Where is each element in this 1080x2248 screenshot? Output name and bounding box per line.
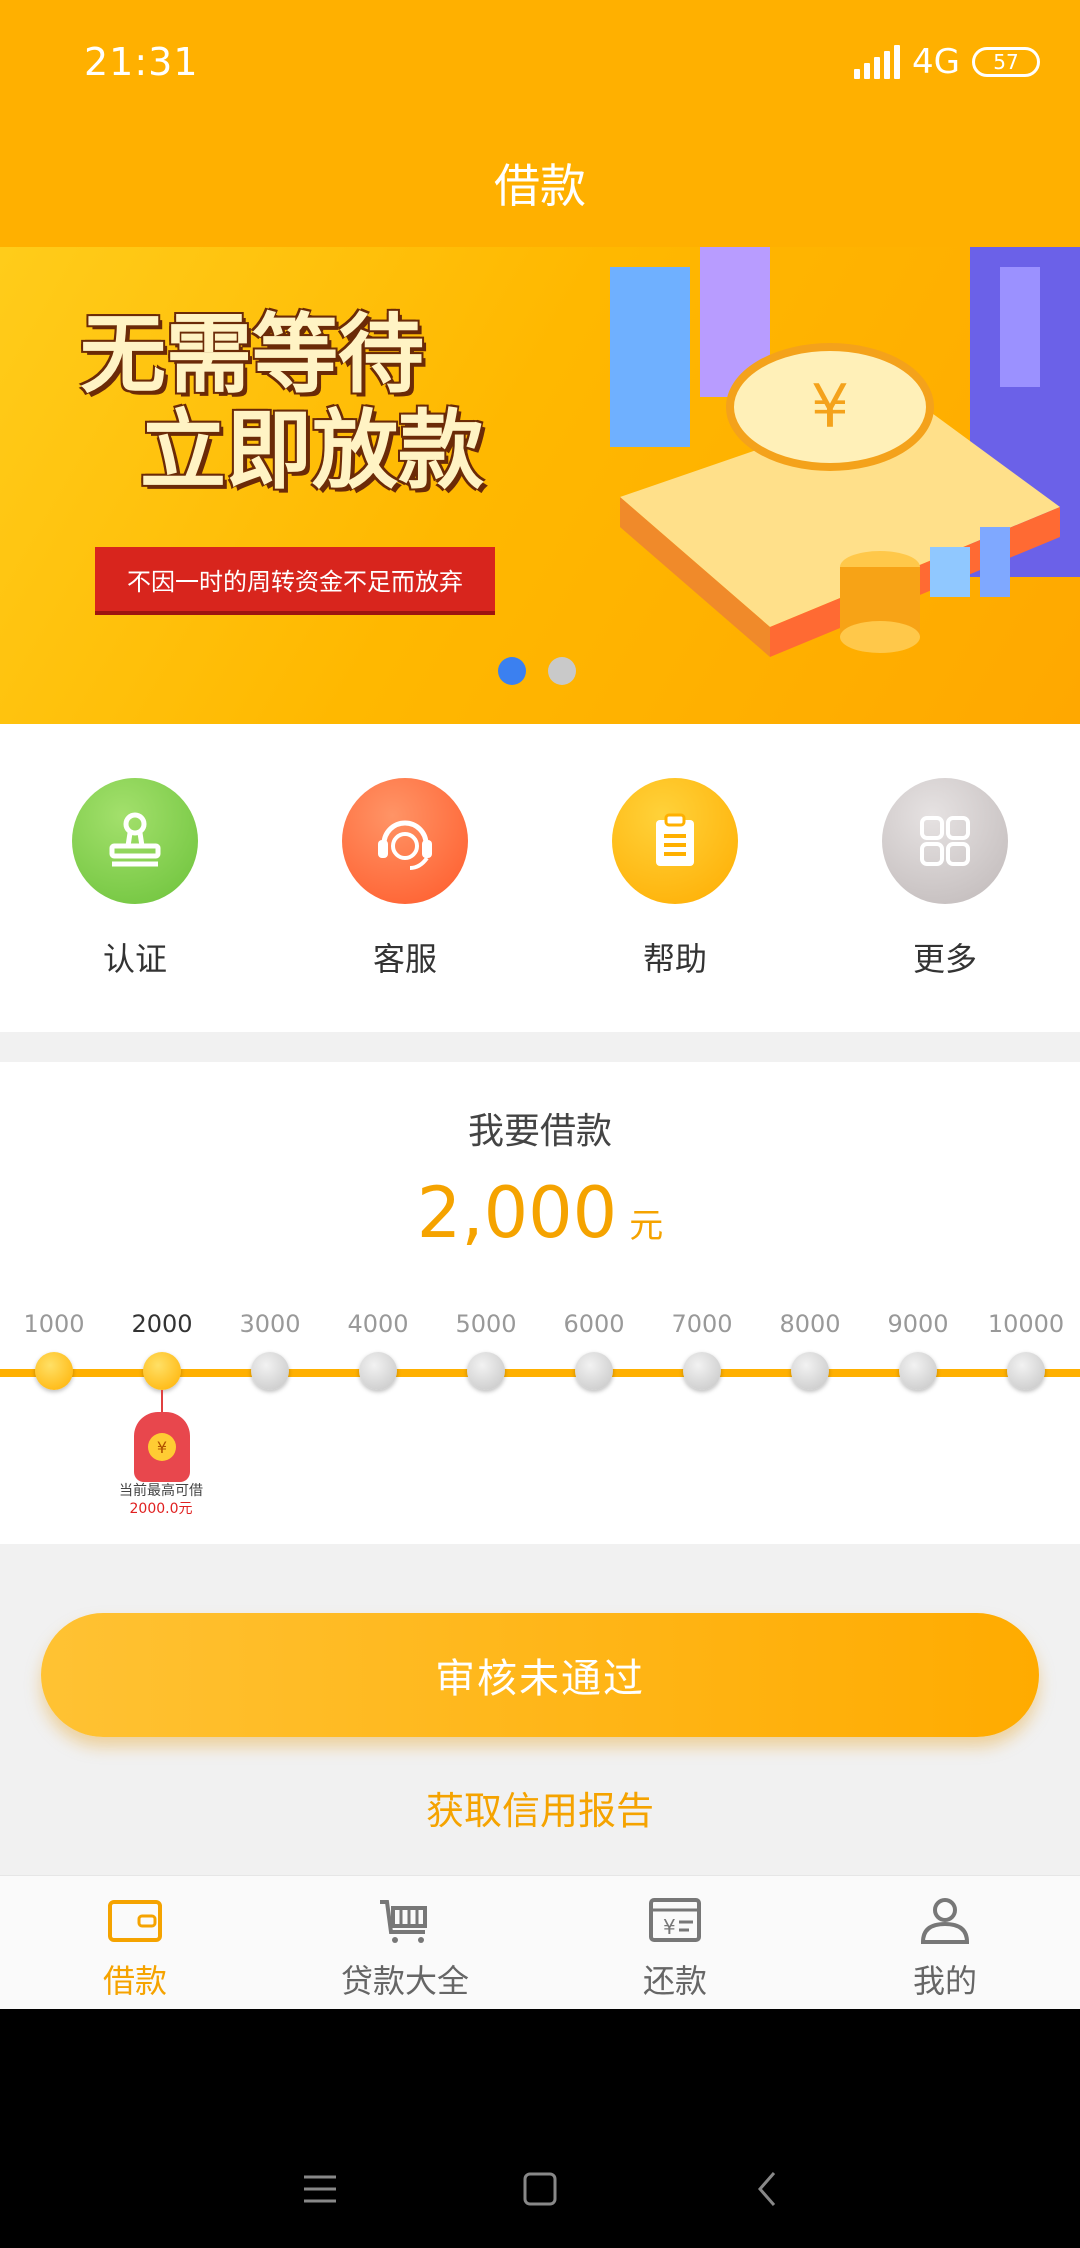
amount-tick-label: 9000 [887, 1310, 949, 1338]
banner-ribbon: 不因一时的周转资金不足而放弃 [95, 547, 495, 611]
money-bag-icon: ¥ [134, 1412, 190, 1482]
amount-tick-label: 6000 [563, 1310, 625, 1338]
network-type: 4G [912, 42, 960, 82]
signal-icon [854, 45, 901, 79]
cart-icon [380, 1900, 427, 1943]
quick-label-help: 帮助 [642, 940, 707, 978]
home-icon[interactable] [520, 2169, 560, 2209]
amount-tick-label: 2000 [131, 1310, 193, 1338]
grid-icon [882, 778, 1008, 904]
quick-item-more[interactable]: 更多 [845, 778, 1045, 980]
loan-panel: 我要借款 2,000 元 1000 2000 3000 4000 5000 600… [0, 1062, 1080, 1544]
quick-item-help[interactable]: 帮助 [575, 778, 775, 980]
amount-tick-label: 3000 [239, 1310, 301, 1338]
svg-text:¥: ¥ [811, 372, 849, 442]
wallet-icon [108, 1900, 162, 1942]
amount-tick-label: 8000 [779, 1310, 841, 1338]
amount-slider-knob[interactable] [1007, 1352, 1045, 1390]
amount-tick-label: 1000 [23, 1310, 85, 1338]
quick-item-verify[interactable]: 认证 [35, 778, 235, 980]
amount-slider-knob[interactable] [359, 1352, 397, 1390]
stamp-icon [72, 778, 198, 904]
loan-amount: 2,000 元 [0, 1172, 1080, 1254]
headset-icon [342, 778, 468, 904]
loan-amount-unit: 元 [629, 1206, 664, 1246]
max-amount-value: 2000.0元 [129, 1501, 193, 1517]
bottom-tab-bar: 借款 贷款大全 ¥ 还款 我的 [0, 1875, 1080, 2009]
quick-label-more: 更多 [912, 940, 977, 978]
banner-headline-line2: 立即放款 [140, 400, 484, 501]
quick-item-service[interactable]: 客服 [305, 778, 505, 980]
amount-slider-knob[interactable] [143, 1352, 181, 1390]
loan-amount-value: 2,000 [416, 1172, 618, 1254]
status-icons: 4G 57 [854, 40, 1040, 84]
tab-label-borrow: 借款 [102, 1962, 167, 2000]
carousel-dot-1[interactable] [498, 657, 526, 685]
banner-headline-line1: 无需等待 [80, 304, 424, 405]
banner-headline: 无需等待 立即放款 [80, 307, 484, 499]
svg-text:¥: ¥ [663, 1915, 676, 1939]
back-icon[interactable] [748, 2169, 788, 2209]
tab-repay[interactable]: ¥ 还款 [575, 1896, 775, 2002]
status-time: 21:31 [84, 40, 199, 84]
quick-menu: 认证 客服 帮助 更多 [0, 724, 1080, 1032]
review-status-button[interactable]: 审核未通过 [41, 1613, 1039, 1737]
amount-slider-knob[interactable] [467, 1352, 505, 1390]
quick-label-service: 客服 [372, 940, 437, 978]
city-illustration: ¥ [610, 247, 1080, 657]
menu-icon[interactable] [300, 2169, 340, 2209]
carousel-dots [498, 657, 576, 685]
amount-slider-knob[interactable] [683, 1352, 721, 1390]
amount-tick-label: 4000 [347, 1310, 409, 1338]
amount-slider-knob[interactable] [791, 1352, 829, 1390]
tab-label-repay: 还款 [642, 1962, 707, 2000]
tab-label-mine: 我的 [912, 1962, 977, 2000]
tab-label-loan-list: 贷款大全 [340, 1962, 469, 2000]
quick-label-verify: 认证 [102, 940, 167, 978]
amount-tick-label: 5000 [455, 1310, 517, 1338]
amount-slider-knob[interactable] [35, 1352, 73, 1390]
amount-slider-knob[interactable] [251, 1352, 289, 1390]
bill-icon: ¥ [649, 1898, 701, 1942]
amount-tick-label: 10000 [987, 1310, 1065, 1338]
page-title: 借款 [494, 159, 586, 213]
user-icon [920, 1898, 970, 1944]
system-nav-bar [0, 2009, 1080, 2248]
clipboard-icon [612, 778, 738, 904]
tab-mine[interactable]: 我的 [845, 1896, 1045, 2002]
tab-loan-list[interactable]: 贷款大全 [305, 1896, 505, 2002]
loan-title: 我要借款 [467, 1111, 612, 1152]
max-amount-caption: 当前最高可借 [119, 1483, 203, 1499]
amount-slider-knob[interactable] [575, 1352, 613, 1390]
amount-slider-knob[interactable] [899, 1352, 937, 1390]
max-amount-label: 当前最高可借 2000.0元 [119, 1482, 203, 1518]
tab-borrow[interactable]: 借款 [35, 1896, 235, 2002]
promo-banner[interactable]: ¥ 无需等待 立即放款 不因一时的周转资金不足而放弃 [0, 247, 1080, 724]
header-bar: 21:31 4G 57 借款 [0, 0, 1080, 247]
battery-icon: 57 [972, 47, 1040, 77]
credit-report-link[interactable]: 获取信用报告 [0, 1780, 1080, 1835]
amount-tick-label: 7000 [671, 1310, 733, 1338]
carousel-dot-2[interactable] [548, 657, 576, 685]
